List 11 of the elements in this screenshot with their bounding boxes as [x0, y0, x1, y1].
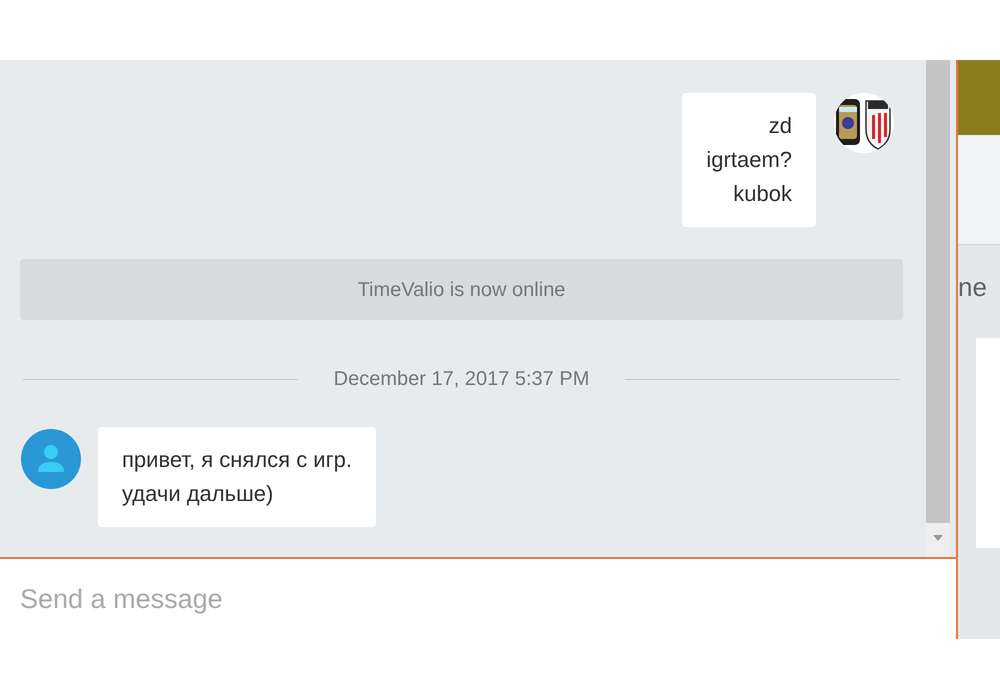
- message-input[interactable]: Send a message: [20, 578, 936, 620]
- message-text: удачи дальше): [122, 480, 274, 508]
- message-text: igrtaem?: [706, 146, 792, 174]
- side-panel-text: ne: [958, 271, 987, 304]
- scrollbar[interactable]: [926, 60, 950, 557]
- message-text: zd: [768, 112, 792, 140]
- message-text: kubok: [732, 180, 792, 208]
- message-text: привет, я снялся с игр.: [122, 446, 352, 474]
- user-avatar-icon: [21, 429, 81, 489]
- status-notice: TimeValio is now online: [20, 259, 903, 320]
- date-divider: December 17, 2017 5:37 PM: [334, 367, 590, 392]
